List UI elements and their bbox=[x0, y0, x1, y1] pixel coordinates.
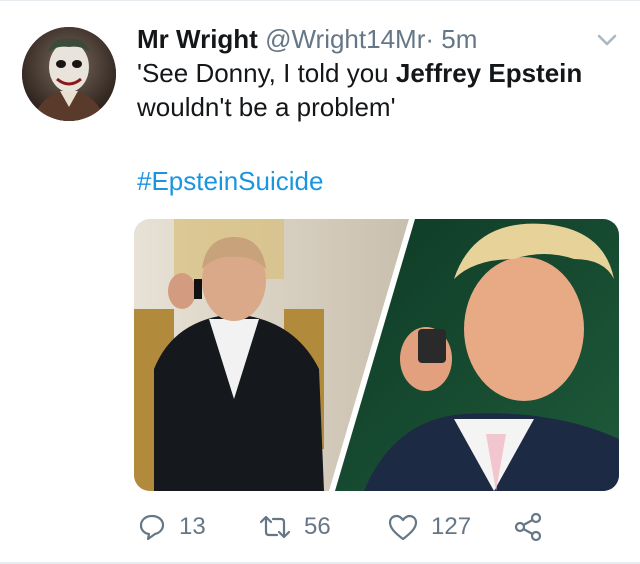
display-name[interactable]: Mr Wright bbox=[137, 24, 258, 54]
retweet-count: 56 bbox=[304, 513, 331, 540]
tweet-image[interactable] bbox=[134, 219, 619, 491]
reply-count: 13 bbox=[179, 513, 206, 540]
reply-icon bbox=[137, 512, 167, 542]
separator-dot: · bbox=[425, 24, 435, 54]
tweet-header: Mr Wright @Wright14Mr· 5m bbox=[137, 22, 477, 56]
hashtag-link[interactable]: #EpsteinSuicide bbox=[137, 164, 323, 198]
heart-icon bbox=[387, 512, 419, 542]
share-button[interactable] bbox=[512, 505, 544, 549]
user-handle[interactable]: @Wright14Mr bbox=[265, 24, 425, 54]
tweet-text: 'See Donny, I told you Jeffrey Epstein w… bbox=[137, 56, 607, 124]
tweet-text-bold: Jeffrey Epstein bbox=[395, 58, 583, 88]
reply-button[interactable]: 13 bbox=[137, 505, 206, 549]
like-count: 127 bbox=[431, 513, 472, 540]
retweet-button[interactable]: 56 bbox=[258, 505, 331, 549]
top-divider bbox=[0, 0, 640, 1]
chevron-down-icon[interactable] bbox=[594, 28, 620, 52]
share-icon bbox=[512, 511, 544, 543]
avatar[interactable] bbox=[22, 27, 116, 121]
tweet-text-part1: 'See Donny, I told you bbox=[137, 58, 396, 88]
retweet-icon bbox=[258, 512, 292, 542]
timestamp[interactable]: 5m bbox=[441, 24, 477, 54]
tweet-text-part2: wouldn't be a problem' bbox=[137, 92, 396, 122]
tweet-actions: 13 56 127 bbox=[0, 505, 640, 549]
like-button[interactable]: 127 bbox=[387, 505, 471, 549]
